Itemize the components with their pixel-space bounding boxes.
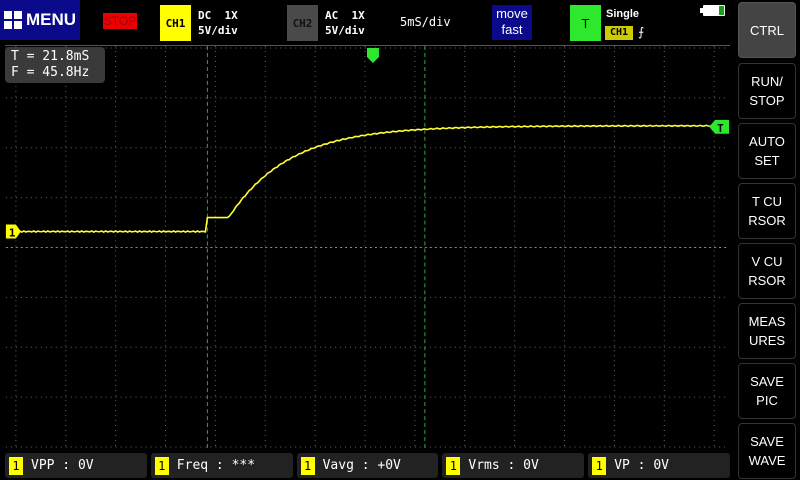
v-cursor-button[interactable]: V CU RSOR — [738, 243, 796, 299]
channel-badge: 1 — [300, 456, 315, 475]
channel-badge: 1 — [446, 456, 461, 475]
trigger-source[interactable]: CH1 — [605, 26, 633, 40]
ch1-coupling: DC 1X — [198, 9, 238, 22]
trigger-button[interactable]: T — [570, 5, 601, 41]
ctrl-button[interactable]: CTRL — [738, 2, 796, 58]
trigger-marker-label: T — [717, 122, 724, 135]
save-wave-button[interactable]: SAVE WAVE — [738, 423, 796, 479]
trigger-position-marker — [367, 47, 379, 63]
measurement-bar: 1 VPP : 0V 1 Freq : *** 1 Vavg : +0V 1 Vrms … — [5, 453, 730, 478]
waveform-display[interactable]: 1 T — [5, 45, 730, 448]
measurement-vrms[interactable]: 1 Vrms : 0V — [442, 453, 585, 478]
ch2-info: AC 1X 5V/div — [325, 8, 365, 38]
menu-button[interactable]: MENU — [0, 0, 80, 40]
grid — [5, 46, 730, 448]
run-stop-button[interactable]: RUN/ STOP — [738, 63, 796, 119]
ch1-scale: 5V/div — [198, 24, 238, 37]
menu-label: MENU — [25, 10, 77, 29]
measurement-freq[interactable]: 1 Freq : *** — [150, 453, 293, 478]
save-wave-label: SAVE WAVE — [748, 434, 786, 468]
t-cursor-button[interactable]: T CU RSOR — [738, 183, 796, 239]
measurement-label: Vavg : +0V — [322, 458, 401, 473]
move-speed-button[interactable]: move fast — [492, 5, 532, 40]
ch1-trace — [5, 124, 729, 234]
ch2-scale: 5V/div — [325, 24, 365, 37]
channel-badge: 1 — [154, 456, 169, 475]
save-pic-label: SAVE PIC — [750, 374, 784, 408]
ctrl-label: CTRL — [750, 22, 784, 38]
measures-label: MEAS URES — [748, 314, 786, 348]
measurement-vpp[interactable]: 1 VPP : 0V — [5, 453, 147, 478]
trigger-mode[interactable]: Single — [606, 8, 639, 20]
run-state-badge[interactable]: STOP — [103, 13, 137, 29]
frequency-readout: F = 45.8Hz — [11, 65, 90, 80]
save-pic-button[interactable]: SAVE PIC — [738, 363, 796, 419]
period-readout: T = 21.8mS — [11, 49, 90, 64]
ch1-marker-label: 1 — [9, 227, 16, 240]
measurement-vavg[interactable]: 1 Vavg : +0V — [296, 453, 439, 478]
measurement-label: Vrms : 0V — [468, 458, 539, 473]
move-line2: fast — [501, 22, 523, 37]
ch2-coupling: AC 1X — [325, 9, 365, 22]
measurement-label: Freq : *** — [176, 458, 256, 473]
move-line1: move — [496, 6, 528, 21]
channel-badge: 1 — [592, 456, 607, 475]
rising-edge-icon: ⨍ — [638, 25, 645, 39]
ch2-button[interactable]: CH2 — [287, 5, 318, 41]
auto-set-button[interactable]: AUTO SET — [738, 123, 796, 179]
ch1-info: DC 1X 5V/div — [198, 8, 238, 38]
v-cursor-label: V CU RSOR — [748, 254, 786, 288]
t-cursor-label: T CU RSOR — [748, 194, 786, 228]
auto-set-label: AUTO SET — [749, 134, 785, 168]
ch1-button[interactable]: CH1 — [160, 5, 191, 41]
run-stop-label: RUN/ STOP — [749, 74, 785, 108]
measurement-label: VPP : 0V — [31, 458, 94, 473]
battery-icon — [700, 5, 725, 16]
measures-button[interactable]: MEAS URES — [738, 303, 796, 359]
measurement-vp[interactable]: 1 VP : 0V — [588, 453, 730, 478]
channel-badge: 1 — [9, 456, 23, 475]
timebase[interactable]: 5mS/div — [400, 15, 451, 29]
menu-grid-icon — [3, 11, 22, 29]
measurement-label: VP : 0V — [614, 458, 669, 473]
cursor-readout: T = 21.8mS F = 45.8Hz — [5, 47, 105, 83]
